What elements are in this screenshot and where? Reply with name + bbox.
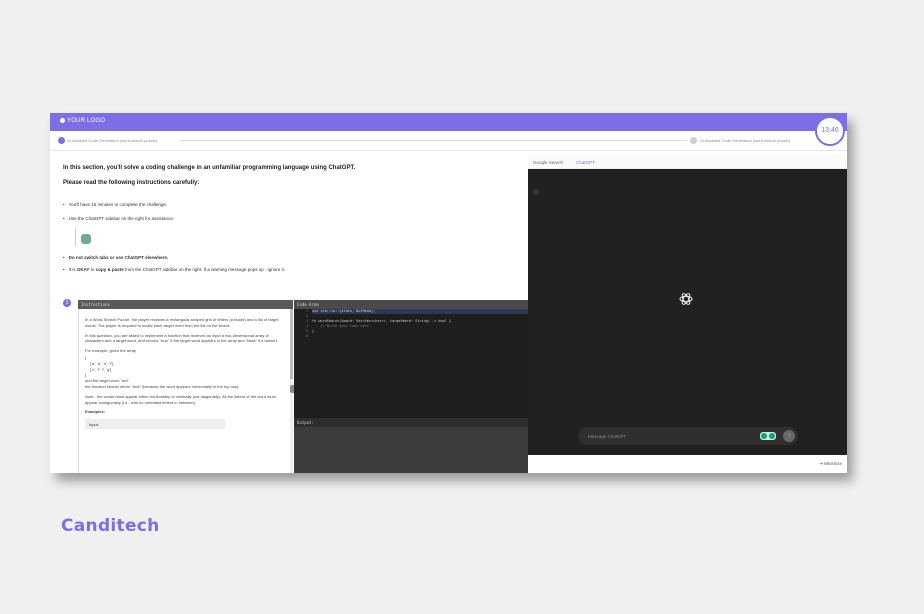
instructions-title: Instructions [78,300,293,309]
top-bar: YOUR LOGO [50,113,847,131]
bullet4-post: from the ChatGPT sidebar on the right. I… [123,267,285,272]
step-2-indicator [690,137,697,144]
intro-section: In this section, you'll solve a coding c… [63,165,523,272]
chatgpt-message-box[interactable]: ↑ [578,427,798,445]
line-number: 6 [305,334,308,338]
logo-text: YOUR LOGO [67,118,106,124]
step-2-label: AI-Assisted Code Generation (word search… [700,138,791,143]
output-panel: Output: [294,418,528,473]
instr-p2: In this question, you are asked to imple… [85,332,279,344]
example-input-label: Input: [89,422,100,428]
chatgpt-icon [81,234,91,244]
bullet-time-limit: You'll have 15 minutes to complete the c… [63,202,168,207]
minimize-button[interactable]: ⇥ Minimize [819,461,842,467]
code-area-title: Code Area [294,300,528,309]
step-1-indicator [58,137,65,144]
openai-logo-icon [679,293,693,305]
step-1-label: AI-Assisted Code Generation (word search… [67,138,158,143]
section-number-badge: 1 [63,299,71,307]
bullet4-pre: It is [68,267,77,272]
code-area-panel[interactable]: Code Area 1 2 3 4 5 6 use std::io::{stdi… [294,300,528,418]
instructions-panel: Instructions In a Word-Search Puzzle, th… [78,300,293,473]
intro-subheading: Please read the following instructions c… [63,180,200,186]
instr-p5: the function should return "true" (becau… [85,383,240,389]
instructions-body: In a Word-Search Puzzle, the player rece… [78,309,293,473]
intro-heading: In this section, you'll solve a coding c… [63,165,356,171]
send-button[interactable]: ↑ [783,430,795,442]
logo-dot-icon [60,118,65,123]
scrollbar-thumb[interactable] [290,309,293,379]
code-line-5[interactable]: } [312,329,528,334]
bullet-no-switch-text: Do not switch tabs or use ChatGPT elsewh… [68,255,169,260]
bullet4-okay: OKAY [76,267,90,272]
chatgpt-message-input[interactable] [588,431,748,441]
app-window: YOUR LOGO 13:46 AI-Assisted Code Generat… [50,113,847,473]
instr-p6: Note - the words must appear either hori… [85,393,276,405]
chatgpt-chip [75,228,93,246]
sidebar-toggle-icon[interactable] [533,189,539,195]
extension-icons[interactable] [760,432,776,440]
output-title: Output: [294,418,528,427]
sidebar-footer: ⇥ Minimize [528,455,847,473]
step-progress: AI-Assisted Code Generation (word search… [50,131,847,151]
countdown-timer: 13:46 [815,116,845,146]
extension-icon[interactable] [761,433,767,439]
bullet-use-sidebar: Use the ChatGPT sidebar on the right for… [63,216,174,221]
tab-google-search[interactable]: Google Search [533,160,563,165]
instr-examples: Examples: [85,409,106,415]
bullet-no-switch: Do not switch tabs or use ChatGPT elsewh… [63,255,169,260]
chatgpt-sidebar: Google Search ChatGPT ↑ ⇥ Minimize [528,155,847,473]
extension-icon[interactable] [769,433,775,439]
line-number-gutter: 1 2 3 4 5 6 [294,309,310,418]
code-editor[interactable]: use std::io::{stdin, BufRead}; fn wordSe… [312,309,528,334]
example-input-box: Input: [85,419,225,430]
chatgpt-conversation: ↑ [528,169,847,455]
logo: YOUR LOGO [60,118,105,124]
brand-logo: Canditech [61,516,160,536]
bullet4-copy: copy & paste [95,267,124,272]
instr-p1: In a Word-Search Puzzle, the player rece… [85,317,279,328]
instr-p3: For example, given the array [85,348,136,354]
step-line [180,140,687,141]
tab-chatgpt[interactable]: ChatGPT [576,160,595,165]
bullet-copy-paste: It is OKAY to copy & paste from the Chat… [63,267,285,272]
sidebar-tabs: Google Search ChatGPT [528,155,847,169]
